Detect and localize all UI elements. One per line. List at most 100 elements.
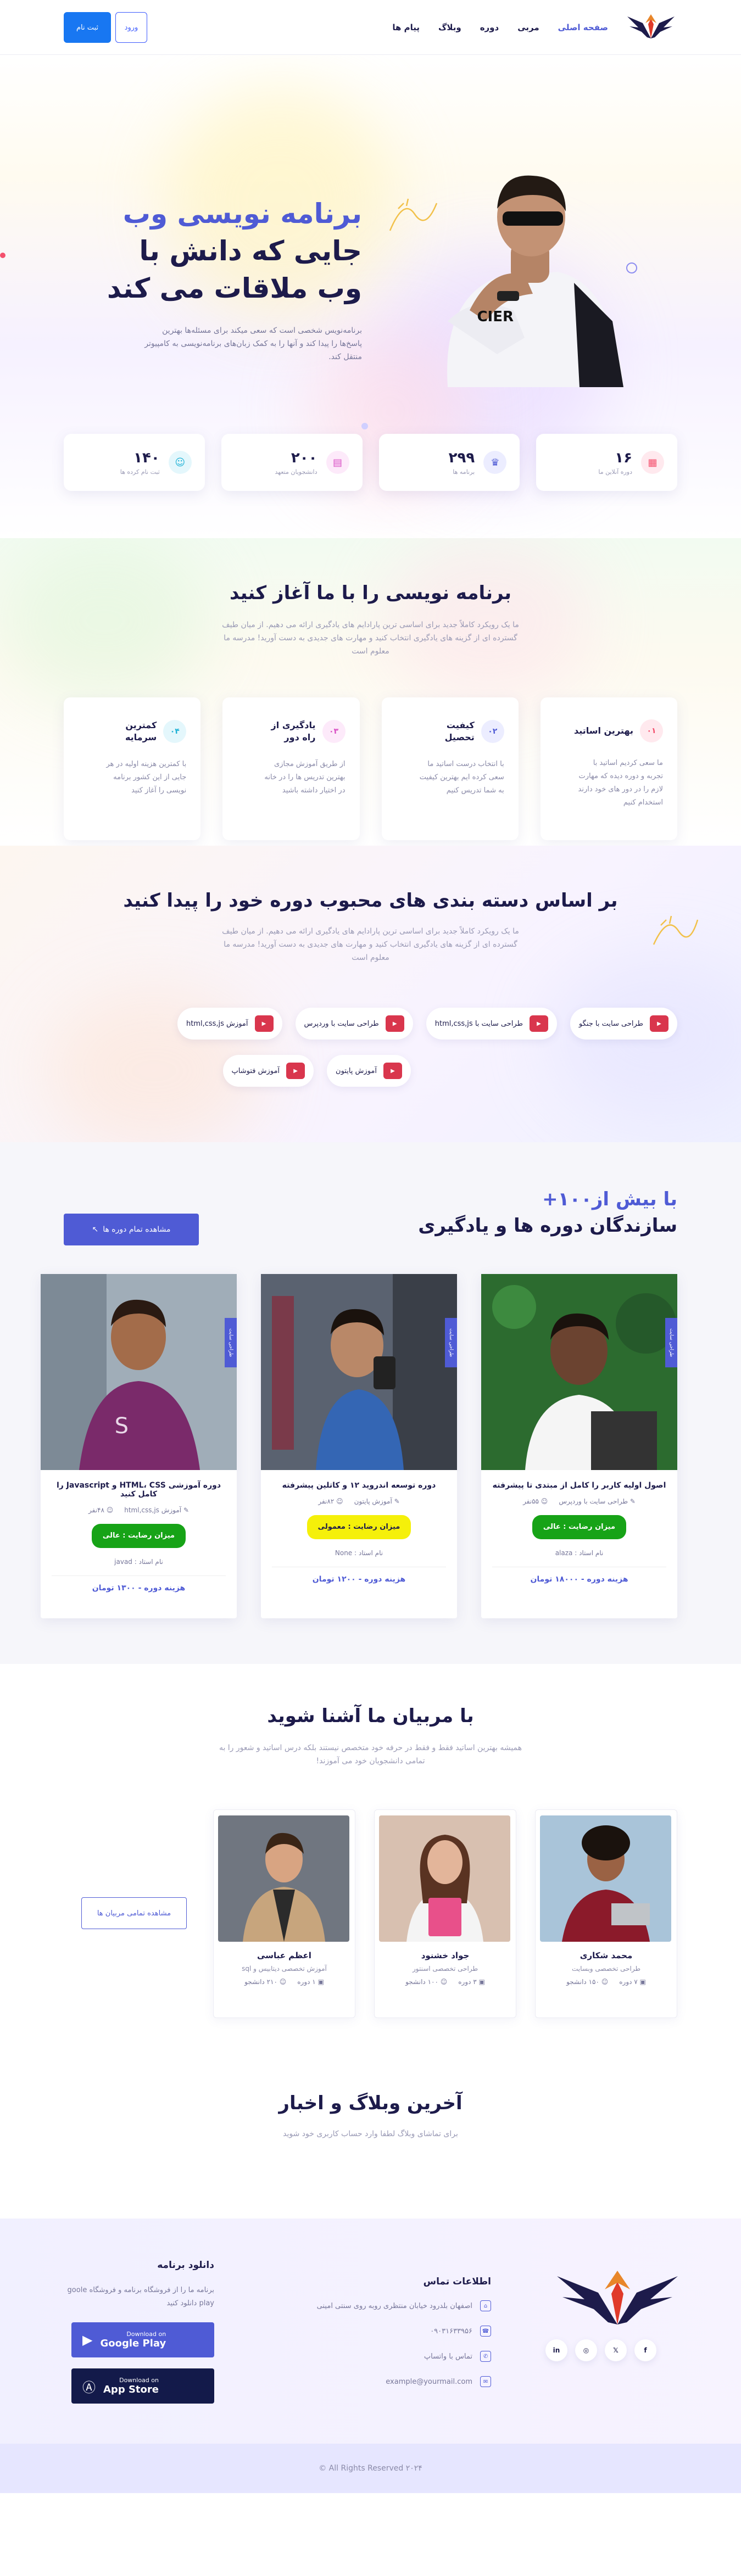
google-play-button[interactable]: ▶ Download on Google Play — [71, 2322, 214, 2357]
instagram-icon[interactable]: ◎ — [575, 2339, 597, 2361]
category-pill[interactable]: ▶ آموزش html,css,js — [177, 1008, 282, 1040]
feature-title: کیفیت تحصیل — [444, 720, 475, 742]
mentor-photo-illustration — [379, 1815, 510, 1942]
mentor-name: جواد خشنود — [421, 1951, 470, 1960]
category-pill[interactable]: ▶ طراحی سایت با html,css,js — [426, 1008, 557, 1040]
contact-title: اطلاعات تماس — [423, 2276, 491, 2287]
category-label: طراحی سایت با html,css,js — [434, 1019, 523, 1028]
category-label: طراحی سایت با جنگو — [578, 1019, 643, 1028]
mentor-students-label: ۱۵۰ دانشجو — [566, 1978, 599, 1986]
features-row: ۰۱ بهترین اساتید ما سعی کردیم اساتید با ت… — [64, 697, 677, 840]
nav-home[interactable]: صفحه اصلی — [558, 23, 608, 32]
course-card[interactable]: طراحی سایت دوره توسعه اندروید ۱۲ و کاتلی… — [261, 1274, 457, 1618]
feature-card: ۰۱ بهترین اساتید ما سعی کردیم اساتید با ت… — [540, 697, 677, 840]
hero-section: برنامه نویسی وب جایی که دانش با وب ملاقا… — [0, 55, 741, 538]
categories-section: بر اساس دسته بندی های محبوب دوره خود را … — [0, 846, 741, 1142]
view-all-courses-button[interactable]: مشاهده تمام دوره ها ↖ — [64, 1214, 199, 1245]
decor-dot — [361, 423, 368, 429]
course-tag: طراحی سایت — [665, 1318, 677, 1367]
course-category: ✎ آموزش پایتون — [354, 1497, 400, 1505]
course-views-label: ۸۲نفر — [318, 1497, 335, 1505]
feature-number: ۰۴ — [163, 720, 187, 743]
hero-description: برنامه‌نویس شخصی است که سعی میکند برای م… — [144, 326, 362, 361]
login-button[interactable]: ورود — [115, 12, 147, 43]
mentor-name: اعظم عباسی — [257, 1951, 311, 1960]
mentor-photo — [218, 1815, 349, 1942]
categories-subtitle: ما یک رویکرد کاملاً جدید برای اساسی ترین… — [222, 927, 519, 962]
mentors-subtitle: همیشه بهترین اساتید فقط و فقط در حرفه خو… — [219, 1744, 522, 1765]
mentor-card[interactable]: جواد خشنود طراحی تخصصی اسنتور ▣ ۳ دوره ☺… — [374, 1809, 516, 2018]
nav-course[interactable]: دوره — [480, 23, 499, 32]
course-views-label: ۴۸نفر — [88, 1506, 104, 1514]
feature-title: یادگیری از راه دور — [271, 720, 316, 742]
course-card[interactable]: S طراحی سایت دوره آموزشی HTML، CSS و Jav… — [41, 1274, 237, 1618]
course-category: ✎ آموزش html,css,js — [124, 1506, 189, 1514]
mentor-card[interactable]: اعظم عباسی آموزش تخصصی دیتابیس و sql ▣ ۱… — [213, 1809, 355, 2018]
stat-card: ☺ ۱۴۰ ثبت نام کرده ها — [64, 434, 205, 491]
feature-number: ۰۱ — [640, 719, 663, 742]
decor-dot — [0, 253, 5, 258]
contact-row[interactable]: ✉ example@yourmail.com — [317, 2376, 491, 2387]
course-views: ☺ ۴۸نفر — [88, 1506, 114, 1514]
category-pill[interactable]: ▶ طراحی سایت با وردپرس — [295, 1008, 413, 1040]
mentor-stats: ▣ ۷ دوره ☺ ۱۵۰ دانشجو — [541, 1978, 671, 1986]
linkedin-icon[interactable]: in — [545, 2339, 567, 2361]
signup-button[interactable]: ثبت نام — [64, 12, 111, 43]
auth-buttons: ثبت نام ورود — [64, 12, 147, 43]
course-meta: ✎ طراحی سایت با وردپرس ☺ ۵۵نفر — [481, 1497, 677, 1505]
course-teacher: نام استاد : javad — [114, 1558, 163, 1566]
app-store-icon: Ⓐ — [82, 2379, 96, 2395]
mail-icon: ✉ — [480, 2376, 491, 2387]
feature-desc: با انتخاب درست اساتید ما سعی کرده ایم به… — [419, 760, 504, 795]
course-meta: ✎ آموزش پایتون ☺ ۸۲نفر — [261, 1497, 457, 1505]
main-nav: صفحه اصلی مربی دوره وبلاگ پیام ها — [147, 23, 608, 32]
copyright: All Rights Reserved ۲۰۲۴ © — [0, 2444, 741, 2493]
course-image: طراحی سایت — [481, 1274, 677, 1470]
category-pill[interactable]: ▶ طراحی سایت با جنگو — [570, 1008, 677, 1040]
mentor-role: آموزش تخصصی دیتابیس و sql — [242, 1965, 327, 1972]
category-label: آموزش پایتون — [336, 1066, 377, 1075]
feature-desc: از طریق آموزش مجازی بهترین تدریس ها را د… — [264, 760, 346, 795]
twitter-icon[interactable]: 𝕏 — [605, 2339, 627, 2361]
nav-messages[interactable]: پیام ها — [392, 23, 420, 32]
store-big-label: Google Play — [100, 2338, 166, 2349]
category-thumb-icon: ▶ — [650, 1015, 668, 1032]
course-title: دوره آموزشی HTML، CSS و Javascript را کا… — [56, 1481, 221, 1499]
contact-row[interactable]: ✆ تماس با واتساپ — [317, 2351, 491, 2362]
stat-label: برنامه ها — [453, 468, 475, 476]
course-price: هزینه دوره - ۱۲۰۰ تومان — [272, 1567, 446, 1584]
hero-student-illustration: CIER — [447, 175, 623, 387]
mentor-courses: ▣ ۷ دوره — [619, 1978, 646, 1986]
courses-section: با بیش از۱۰۰+ سازندگان دوره ها و یادگیری… — [0, 1142, 741, 1664]
logo[interactable] — [625, 11, 677, 44]
mentors-title: با مربیان ما آشنا شوید — [267, 1705, 474, 1727]
nav-blog[interactable]: وبلاگ — [438, 23, 461, 32]
mentor-photo-illustration — [218, 1815, 349, 1942]
contact-row[interactable]: ☎ ۰۹۰۳۱۶۳۳۹۵۶ — [317, 2326, 491, 2337]
mentor-card[interactable]: محمد شکاری طراحی تخصصی وبسایت ▣ ۷ دوره ☺… — [535, 1809, 677, 2018]
feature-title: کمترین سرمایه — [125, 720, 157, 742]
category-list: ▶ طراحی سایت با جنگو ▶ طراحی سایت با html,… — [64, 1008, 677, 1087]
stat-number: ۲۹۹ — [448, 449, 475, 466]
view-all-mentors-button[interactable]: مشاهده تمامی مربیان ها — [81, 1897, 187, 1929]
course-title: دوره توسعه اندروید ۱۲ و کاتلین پیشرفته — [282, 1481, 436, 1490]
course-category-label: آموزش html,css,js — [124, 1506, 182, 1514]
category-pill[interactable]: ▶ آموزش فتوشاپ — [222, 1055, 314, 1087]
course-image: طراحی سایت — [261, 1274, 457, 1470]
category-thumb-icon: ▶ — [529, 1015, 548, 1032]
course-card[interactable]: طراحی سایت اصول اولیه کاربر را کامل از م… — [481, 1274, 677, 1618]
mentor-students-label: ۱۰۰ دانشجو — [405, 1978, 438, 1986]
satisfaction-badge: میزان رضایت : عالی — [532, 1515, 627, 1539]
course-meta: ✎ آموزش html,css,js ☺ ۴۸نفر — [41, 1506, 237, 1514]
mentor-students: ☺ ۲۱۰ دانشجو — [244, 1978, 287, 1986]
feature-title: بهترین اساتید — [573, 725, 633, 736]
facebook-icon[interactable]: f — [634, 2339, 656, 2361]
category-pill[interactable]: ▶ آموزش پایتون — [327, 1055, 411, 1087]
store-small-label: Download on — [119, 2377, 159, 2384]
app-store-button[interactable]: Ⓐ Download on App Store — [71, 2368, 214, 2404]
nav-mentor[interactable]: مربی — [517, 23, 539, 32]
hero-title-line: برنامه نویسی وب — [122, 198, 362, 230]
category-label: آموزش html,css,js — [186, 1019, 248, 1028]
mentor-courses-label: ۱ دوره — [297, 1978, 316, 1986]
mentor-courses-label: ۳ دوره — [458, 1978, 477, 1986]
